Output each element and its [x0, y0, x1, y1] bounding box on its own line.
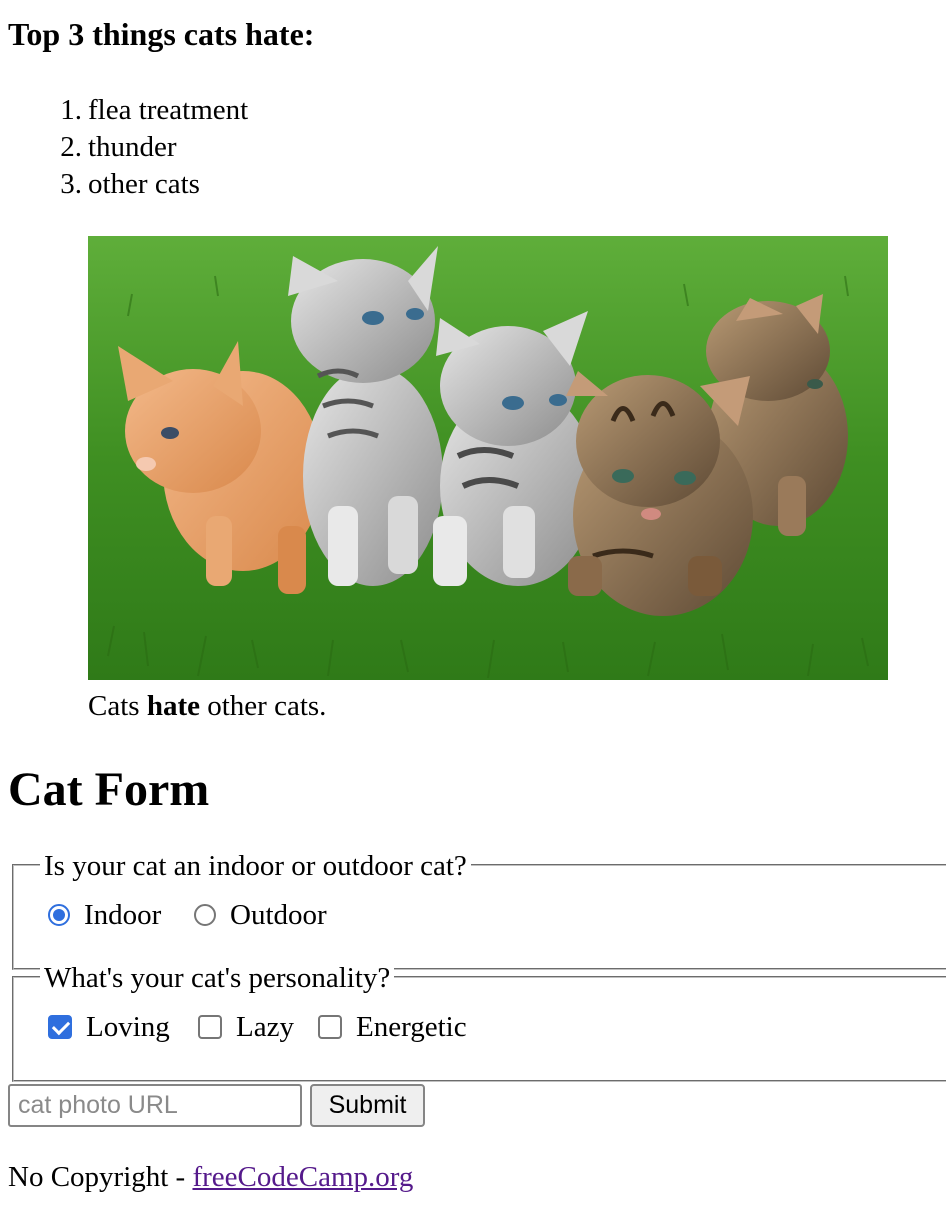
outdoor-label: Outdoor [230, 898, 327, 931]
page: Top 3 things cats hate: 1. flea treatmen… [0, 0, 946, 1216]
cat-photo-url-input[interactable] [8, 1084, 302, 1127]
lazy-checkbox[interactable] [198, 1015, 222, 1039]
freecodecamp-link[interactable]: freeCodeCamp.org [192, 1161, 413, 1193]
energetic-label: Energetic [356, 1010, 467, 1043]
lazy-option[interactable]: Lazy [198, 1008, 294, 1046]
personality-fieldset: What's your cat's personality? Loving La… [12, 962, 946, 1082]
figure-caption: Cats hate other cats. [88, 688, 326, 724]
top-things-heading: Top 3 things cats hate: [8, 16, 315, 52]
list-item-label: flea treatment [88, 94, 249, 126]
list-item-label: thunder [88, 131, 177, 163]
outdoor-option[interactable]: Outdoor [194, 896, 327, 934]
list-item-number: 3. [60, 168, 82, 200]
caption-text-start: Cats [88, 690, 147, 722]
silver-kitten-2 [433, 311, 596, 586]
energetic-checkbox[interactable] [318, 1015, 342, 1039]
footer: No Copyright - freeCodeCamp.org [8, 1158, 413, 1196]
outdoor-radio[interactable] [194, 904, 216, 926]
caption-bold-word: hate [146, 690, 200, 722]
footer-text: No Copyright - [8, 1161, 193, 1193]
kittens-photo [88, 236, 888, 680]
cat-form-heading: Cat Form [8, 763, 210, 816]
tabby-kitten-1 [566, 371, 753, 616]
list-item-number: 2. [60, 131, 82, 163]
loving-checkbox[interactable] [48, 1015, 72, 1039]
submit-button[interactable]: Submit [310, 1084, 425, 1127]
caption-text-end: other cats. [199, 690, 327, 722]
kittens-figure: Cats hate other cats. [88, 236, 888, 722]
indoor-outdoor-legend: Is your cat an indoor or outdoor cat? [40, 850, 471, 882]
indoor-outdoor-fieldset: Is your cat an indoor or outdoor cat? In… [12, 850, 946, 970]
energetic-option[interactable]: Energetic [318, 1008, 467, 1046]
list-item-number: 1. [60, 94, 82, 126]
personality-legend: What's your cat's personality? [40, 962, 395, 994]
indoor-option[interactable]: Indoor [48, 896, 161, 934]
list-item-label: other cats [88, 168, 200, 200]
indoor-label: Indoor [84, 898, 162, 931]
indoor-radio[interactable] [48, 904, 70, 926]
loving-label: Loving [86, 1010, 170, 1043]
lazy-label: Lazy [236, 1010, 294, 1043]
loving-option[interactable]: Loving [48, 1008, 170, 1046]
